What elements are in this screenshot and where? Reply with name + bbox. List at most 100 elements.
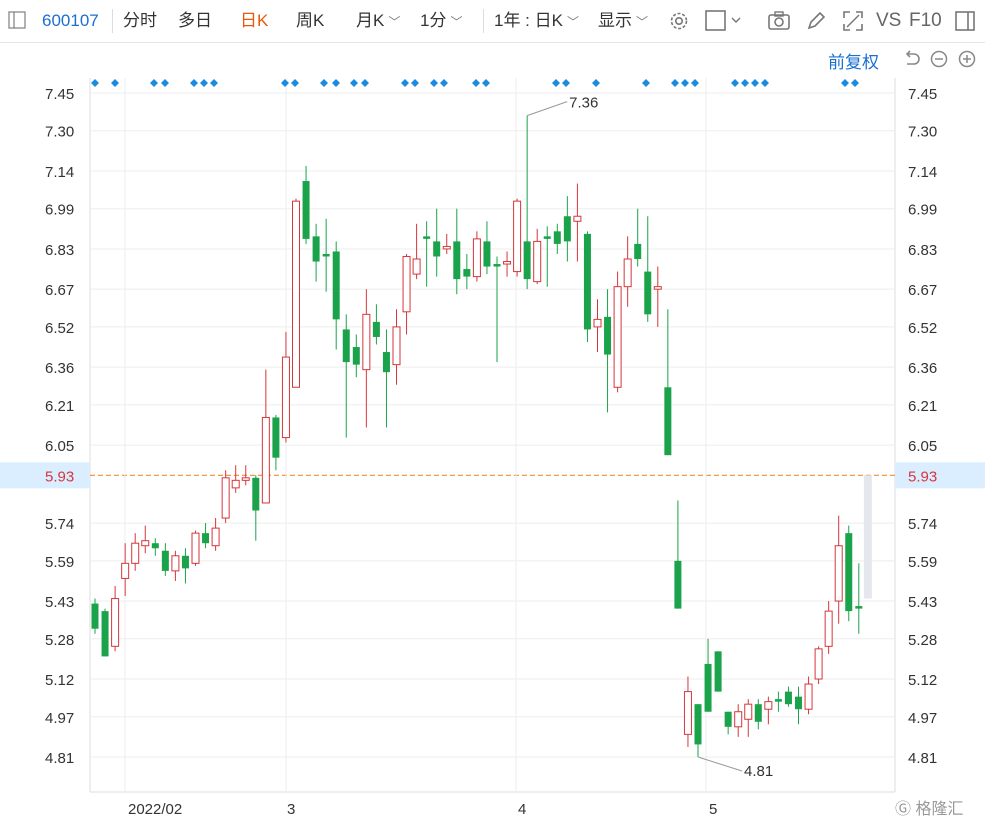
y-tick-label-right: 5.74	[908, 516, 937, 533]
y-tick-label-left: 6.05	[45, 438, 74, 455]
candle-body-up	[121, 562, 130, 579]
candle-body-up	[402, 255, 411, 313]
signal-dot	[320, 79, 328, 87]
candle-body-up	[392, 326, 401, 366]
candle-body-down	[644, 271, 652, 315]
candle-body-down	[91, 603, 99, 629]
signal-dot	[482, 79, 490, 87]
signal-dot	[332, 79, 340, 87]
y-tick-label-right: 5.59	[908, 554, 937, 571]
candle-body-down	[302, 181, 310, 239]
candle-body-up	[111, 598, 120, 647]
signal-dot	[350, 79, 358, 87]
candle-body-down	[523, 241, 531, 280]
signal-dot	[281, 79, 289, 87]
candle-body-down	[664, 387, 672, 456]
signal-dot	[751, 79, 759, 87]
signal-dot	[681, 79, 689, 87]
candle-body-down	[543, 236, 551, 239]
candle-body-down	[634, 243, 642, 259]
x-axis-label: 4	[518, 801, 526, 818]
candle-body-down	[252, 477, 260, 511]
candle-body-up	[292, 200, 300, 388]
y-tick-label-left: 4.97	[45, 710, 74, 727]
candle-body-up	[653, 286, 662, 290]
y-tick-label-left: 5.59	[45, 554, 74, 571]
candle-body-up	[734, 711, 743, 728]
low-annotation-leader	[697, 756, 743, 772]
candle-body-up	[623, 258, 632, 288]
y-tick-label-right: 6.67	[908, 282, 937, 299]
signal-dot	[210, 79, 218, 87]
candle-body-down	[272, 417, 280, 458]
y-tick-label-left: 6.21	[45, 398, 74, 415]
signal-dot	[111, 79, 119, 87]
y-tick-label-right: 6.21	[908, 398, 937, 415]
candle-body-up	[281, 356, 290, 439]
candle-body-down	[433, 241, 441, 257]
y-tick-label-right: 4.81	[908, 750, 937, 767]
signal-dot	[200, 79, 208, 87]
candle-body-down	[845, 533, 853, 612]
candle-body-down	[674, 560, 682, 609]
candle-body-up	[683, 691, 692, 735]
y-tick-label-left: 6.36	[45, 360, 74, 377]
candle-body-down	[553, 231, 561, 244]
candle-body-down	[382, 352, 390, 373]
candle-body-down	[151, 543, 159, 549]
candle-body-up	[141, 540, 150, 547]
candle-body-up	[191, 532, 200, 564]
x-axis-label: 2022/02	[128, 801, 182, 818]
candle-body-down	[563, 216, 571, 242]
candle-body-up	[533, 240, 542, 283]
candle-body-down	[161, 550, 169, 571]
signal-dot	[150, 79, 158, 87]
signal-dot	[361, 79, 369, 87]
candle-body-down	[795, 696, 802, 710]
y-tick-label-right: 7.14	[908, 164, 937, 181]
candle-body-up	[814, 648, 823, 680]
y-tick-label-right: 7.45	[908, 86, 937, 103]
candle-body-up	[171, 555, 180, 572]
y-tick-label-right: 5.12	[908, 672, 937, 689]
signal-dot	[841, 79, 849, 87]
y-tick-label-left: 4.81	[45, 750, 74, 767]
current-price-label-left: 5.93	[45, 468, 74, 485]
candle-body-up	[764, 701, 773, 710]
current-price-label-right: 5.93	[908, 468, 937, 485]
signal-dot	[562, 79, 570, 87]
kline-chart[interactable]: 7.45 7.45 7.30 7.30 7.14 7.14 6.99 6.99 6.83 6.83…	[0, 0, 985, 825]
candle-body-down	[754, 704, 762, 722]
high-annotation: 7.36	[569, 95, 598, 112]
candle-body-down	[181, 555, 189, 569]
low-annotation: 4.81	[744, 763, 773, 780]
y-tick-label-right: 5.28	[908, 632, 937, 649]
candle-body-up	[241, 477, 250, 481]
candle-body-up	[221, 477, 230, 519]
signal-dot	[851, 79, 859, 87]
candle-body-down	[483, 241, 491, 267]
candle-body-up	[513, 200, 522, 273]
candle-body-down	[694, 704, 702, 745]
y-tick-label-right: 6.99	[908, 202, 937, 219]
candle-body-down	[493, 264, 501, 267]
candle-body-up	[211, 527, 220, 547]
candle-body-down	[463, 269, 471, 277]
candle-body-down	[322, 253, 330, 257]
candle-body-up	[593, 318, 602, 328]
candle-body-up	[613, 286, 622, 388]
candle-body-down	[423, 236, 431, 239]
candle-body-up	[362, 313, 371, 371]
candle-body-up	[261, 416, 270, 504]
candle-body-down	[342, 329, 350, 363]
signal-dot	[430, 79, 438, 87]
candle-body-up	[231, 479, 240, 489]
x-axis-label: 3	[287, 801, 295, 818]
y-tick-label-left: 6.52	[45, 320, 74, 337]
signal-dot	[472, 79, 480, 87]
signal-dot	[291, 79, 299, 87]
y-tick-label-right: 6.83	[908, 242, 937, 259]
y-tick-label-left: 5.74	[45, 516, 74, 533]
y-tick-label-left: 6.83	[45, 242, 74, 259]
signal-dot	[411, 79, 419, 87]
